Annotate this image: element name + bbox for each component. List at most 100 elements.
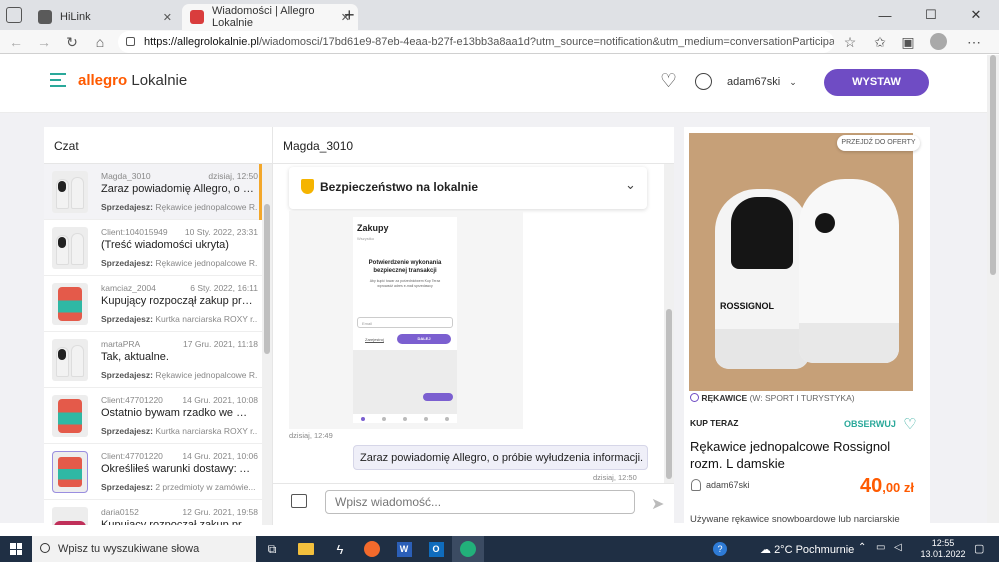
chat-row[interactable]: Magda_3010 dzisiaj, 12:50 Zaraz powiadomię… [44, 164, 262, 220]
url-path: /wiadomosci/17bd61e9-87eb-4eaa-b27f-e13b… [258, 36, 834, 48]
home-icon[interactable]: ⌂ [88, 30, 112, 54]
chat-date: 14 Gru. 2021, 10:08 [182, 395, 258, 405]
help-icon[interactable]: ? [704, 536, 736, 562]
chat-row[interactable]: Client:47701220 14 Gru. 2021, 10:08 Ostatn… [44, 388, 262, 444]
chat-row[interactable]: Client:104015949 10 Sty. 2022, 23:31 (Treś… [44, 220, 262, 276]
attach-image-icon[interactable] [291, 494, 307, 508]
user-menu[interactable]: adam67ski ⌄ [727, 76, 797, 88]
winamp-icon[interactable]: ϟ [324, 536, 356, 562]
chat-item-name: Kurtka narciarska ROXY r... [155, 314, 257, 324]
logo-brand: allegro [78, 72, 128, 89]
conversation-scrollbar[interactable] [664, 164, 674, 483]
more-menu-icon[interactable]: ⋯ [962, 30, 986, 54]
category-row[interactable]: RĘKAWICE (W: SPORT I TURYSTYKA) [690, 393, 855, 403]
scrollbar-thumb[interactable] [666, 309, 672, 479]
seller-name[interactable]: adam67ski [706, 480, 750, 490]
chat-row[interactable]: daria0152 12 Gru. 2021, 19:58 Kupujący roz… [44, 500, 262, 525]
chat-row[interactable]: kamciaz_2004 6 Sty. 2022, 16:11 Kupujący r… [44, 276, 262, 332]
chat-last-message: Określiłeś warunki dostawy: Alleg... [101, 463, 257, 475]
site-logo[interactable]: allegro Lokalnie [78, 72, 187, 89]
shot-heading: Potwierdzenie wykonania bezpiecznej tran… [368, 260, 442, 274]
messages-icon[interactable] [695, 73, 712, 90]
watch-label: OBSERWUJ [844, 419, 896, 429]
windows-taskbar: Wpisz tu wyszukiwane słowa ⧉ ϟ W O ? ☁ 2… [0, 536, 999, 562]
product-image[interactable]: ROSSIGNOL [689, 133, 913, 391]
chat-row[interactable]: martaPRA 17 Gru. 2021, 11:18 Tak, aktualne… [44, 332, 262, 388]
chat-partner-name: Client:47701220 [101, 395, 163, 405]
bookmark-star-icon[interactable]: ☆ [838, 30, 862, 54]
price-dec: ,00 zł [882, 480, 914, 495]
scrollbar-thumb[interactable] [990, 55, 996, 275]
hamburger-menu-icon[interactable] [50, 73, 66, 87]
username: adam67ski [727, 76, 781, 88]
file-explorer-icon[interactable] [290, 536, 322, 562]
watch-button[interactable]: OBSERWUJ ♡ [844, 415, 917, 433]
close-window-icon[interactable]: ✕ [953, 0, 999, 30]
shot-frame: Zakupy Wszystko Potwierdzenie wykonania … [353, 217, 457, 423]
address-bar[interactable]: https://allegrolokalnie.pl/wiadomosci/17… [118, 31, 834, 53]
close-tab-icon[interactable]: ✕ [163, 11, 172, 24]
attached-image[interactable]: Zakupy Wszystko Potwierdzenie wykonania … [289, 211, 523, 429]
shot-bottom-nav [353, 415, 457, 423]
browser-menu-icon[interactable] [6, 7, 22, 23]
favorites-icon[interactable]: ✩ [868, 30, 892, 54]
volume-icon[interactable]: ◁ [894, 542, 902, 553]
tab-title: HiLink [60, 11, 91, 23]
tab-hilink[interactable]: HiLink ✕ [30, 4, 180, 30]
word-icon[interactable]: W [388, 536, 420, 562]
network-icon[interactable]: ▭ [876, 542, 885, 553]
safety-banner[interactable]: Bezpieczeństwo na lokalnie ⌄ [289, 167, 647, 209]
composer-divider [273, 483, 674, 484]
scrollbar-thumb[interactable] [264, 204, 270, 354]
chat-item: Sprzedajesz: Rękawice jednopalcowe R... [101, 370, 257, 380]
goto-offer-badge[interactable]: PRZEJDŹ DO OFERTY [837, 135, 920, 151]
refresh-icon[interactable]: ↻ [60, 30, 84, 54]
price-int: 40 [859, 475, 883, 497]
edge-icon[interactable] [452, 536, 484, 562]
task-view-icon[interactable]: ⧉ [256, 536, 288, 562]
chat-item-label: Sprzedajesz: [101, 202, 153, 212]
chat-list-scrollbar[interactable] [262, 164, 272, 525]
minimize-icon[interactable]: — [862, 0, 908, 30]
weather[interactable]: ☁ 2°C Pochmurnie [760, 543, 854, 556]
send-icon[interactable]: ➤ [651, 494, 664, 514]
category-icon [690, 393, 699, 402]
notifications-icon[interactable]: ▢ [974, 542, 984, 555]
windows-start-icon[interactable] [0, 536, 32, 562]
logo-sub: Lokalnie [131, 72, 188, 89]
shield-icon [301, 179, 314, 194]
firefox-icon[interactable] [356, 536, 388, 562]
glove-left: ROSSIGNOL [715, 189, 809, 369]
clock[interactable]: 12:55 13.01.2022 [920, 538, 966, 560]
new-tab-button[interactable]: + [344, 5, 355, 26]
list-item-button[interactable]: WYSTAW [824, 69, 929, 96]
shot-input: Email [357, 317, 453, 328]
site-header: allegro Lokalnie ♡ adam67ski ⌄ WYSTAW [0, 55, 999, 113]
price: 40,00 zł [860, 475, 914, 498]
chat-thumbnail [52, 339, 88, 381]
lock-icon [126, 37, 135, 46]
message-time-1: dzisiaj, 12:49 [289, 431, 333, 440]
chat-partner-name: Client:104015949 [101, 227, 168, 237]
category-name: RĘKAWICE [701, 393, 748, 403]
taskbar-search[interactable]: Wpisz tu wyszukiwane słowa [32, 536, 256, 562]
search-text: Wpisz tu wyszukiwane słowa [58, 543, 200, 555]
outlook-icon[interactable]: O [420, 536, 452, 562]
clock-date: 13.01.2022 [920, 549, 966, 559]
chevron-down-icon: ⌄ [625, 177, 636, 192]
collections-icon[interactable]: ▣ [896, 30, 920, 54]
tab-allegro[interactable]: Wiadomości | Allegro Lokalnie ✕ [182, 4, 358, 30]
page-scrollbar[interactable] [987, 55, 999, 523]
tray-chevron-icon[interactable]: ⌃ [858, 542, 866, 553]
profile-avatar[interactable] [930, 33, 947, 50]
favorites-heart-icon[interactable]: ♡ [660, 70, 677, 93]
maximize-icon[interactable]: ☐ [908, 0, 954, 30]
back-arrow-icon[interactable]: ← [4, 30, 28, 54]
chat-item: Sprzedajesz: Rękawice jednopalcowe R... [101, 202, 257, 212]
chat-thumbnail [52, 227, 88, 269]
browser-toolbar: ← → ↻ ⌂ https://allegrolokalnie.pl/wiado… [0, 30, 999, 54]
message-input[interactable] [325, 490, 635, 514]
chat-row[interactable]: Client:47701220 14 Gru. 2021, 10:06 Określ… [44, 444, 262, 500]
forward-arrow-icon[interactable]: → [32, 30, 56, 54]
offer-title[interactable]: Rękawice jednopalcowe Rossignol rozm. L … [690, 438, 920, 472]
